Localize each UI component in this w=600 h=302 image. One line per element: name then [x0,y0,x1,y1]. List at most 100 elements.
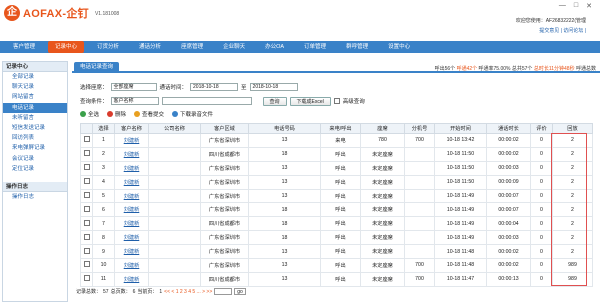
sidebar-item-sms[interactable]: 短信发送记录 [3,123,67,133]
customer-name[interactable]: 刘建新 [114,146,149,162]
table-row[interactable]: 7 刘建新 四川省成都市 18 呼出 未定座席 10-18 11:49 00:00:04 0 2 [80,216,593,232]
rating[interactable]: 0 [530,188,553,204]
select-all-button[interactable]: 全选 [80,110,99,118]
header-links[interactable]: 提交意见 | 访问论坛 | [539,27,586,34]
checkbox[interactable] [83,219,90,226]
sidebar-group-log[interactable]: 操作日志 [3,181,67,192]
menu-item-call-analysis[interactable]: 通话分析 [132,41,168,53]
search-input[interactable] [161,97,252,105]
customer-name[interactable]: 刘建新 [114,258,149,273]
row-checkbox[interactable] [80,271,93,287]
table-row[interactable]: 5 刘建新 广东省深圳市 13 呼出 未定座席 10-18 11:49 00:00:07 0 2 [80,188,593,204]
rating[interactable]: 0 [530,230,553,246]
column-header: 选择 [92,123,115,134]
table-row[interactable]: 3 刘建新 广东省深圳市 13 呼出 未定座席 10-18 11:50 00:00:03 0 2 [80,160,593,176]
rating[interactable]: 0 [530,258,553,273]
row-checkbox[interactable] [80,216,93,232]
row-checkbox[interactable] [80,258,93,273]
delete-button[interactable]: 删除 [107,110,126,118]
row-checkbox[interactable] [80,174,93,190]
table-row[interactable]: 11 刘建新 四川省成都市 13 呼出 未定座席 700 10-18 11:47 00:00:1… [80,271,593,287]
customer-name[interactable]: 刘建新 [114,133,149,148]
menu-item-settings[interactable]: 设置中心 [381,41,417,53]
rating[interactable]: 0 [530,244,553,260]
row-checkbox[interactable] [80,188,93,204]
customer-name[interactable]: 刘建新 [114,271,149,287]
customer-name[interactable]: 刘建新 [114,174,149,190]
rating[interactable]: 0 [530,160,553,176]
menu-item-orders[interactable]: 订单管理 [297,41,333,53]
customer-name[interactable]: 刘建新 [114,188,149,204]
date-to-input[interactable]: 2018-10-18 [249,83,298,91]
customer-name[interactable]: 刘建新 [114,244,149,260]
table-row[interactable]: 10 刘建新 广东省深圳市 13 呼出 未定座席 700 10-18 11:48 00:00:0… [80,258,593,273]
row-checkbox[interactable] [80,146,93,162]
seat-select[interactable]: 全部座席 [110,83,157,91]
page-links[interactable]: << < 1 2 3 4 5 ... > >> [164,289,212,295]
search-button[interactable]: 查询 [262,96,287,106]
row-checkbox[interactable] [80,244,93,260]
table-row[interactable]: 6 刘建新 广东省深圳市 18 呼出 未定座席 10-18 11:49 00:00:07 0 2 [80,202,593,218]
checkbox[interactable] [83,247,90,254]
customer-name[interactable]: 刘建新 [114,160,149,176]
customer-name[interactable]: 刘建新 [114,230,149,246]
table-row[interactable]: 8 刘建新 广东省深圳市 18 呼出 未定座席 10-18 11:49 00:00:03 0 2 [80,230,593,246]
close-icon[interactable]: ✕ [586,2,592,10]
advanced-checkbox[interactable] [333,98,340,104]
sidebar-item-phone[interactable]: 电话记录 [3,102,67,113]
sidebar-item-all[interactable]: 全部记录 [3,72,67,82]
row-checkbox[interactable] [80,202,93,218]
go-button[interactable]: go [234,288,246,295]
view-submit-button[interactable]: 查看提交 [134,110,164,118]
checkbox[interactable] [83,233,90,240]
page-input[interactable] [214,288,233,295]
sidebar-item-location[interactable]: 定位记录 [3,164,67,174]
sidebar-item-popup[interactable]: 来电弹屏记录 [3,143,67,153]
sidebar-item-oplog[interactable]: 操作日志 [3,192,67,202]
menu-item-customers[interactable]: 客户管理 [6,41,42,53]
table-row[interactable]: 2 刘建新 四川省成都市 18 呼出 未定座席 10-18 11:50 00:00:02 0 2 [80,146,593,162]
date-from-input[interactable]: 2018-10-18 [190,83,239,91]
sidebar-item-chat[interactable]: 聊天记录 [3,82,67,92]
checkbox[interactable] [83,192,90,198]
sidebar-item-web-message[interactable]: 网站留言 [3,92,67,102]
condition-select[interactable]: 客户名称 [110,97,159,105]
menu-item-order-analysis[interactable]: 订货分析 [90,41,126,53]
customer-name[interactable]: 刘建新 [114,202,149,218]
row-checkbox[interactable] [80,160,93,176]
checkbox[interactable] [83,150,90,157]
sidebar-item-meeting[interactable]: 会议记录 [3,154,67,164]
download-recordings-button[interactable]: 下载录音文件 [172,110,213,118]
customer-name[interactable]: 刘建新 [114,216,149,232]
table-row[interactable]: 9 刘建新 广东省深圳市 13 呼出 未定座席 10-18 11:48 00:00:02 0 2 [80,244,593,260]
menu-item-chat[interactable]: 企业聊天 [216,41,252,53]
rating[interactable]: 0 [530,146,553,162]
table-row[interactable]: 4 刘建新 广东省深圳市 13 呼出 未定座席 10-18 11:50 00:00:09 0 2 [80,174,593,190]
checkbox[interactable] [83,275,90,282]
table-row[interactable]: 1 刘建新 广东省深圳市 13 来电 780 700 10-18 13:42 00:00:02 0… [80,133,593,148]
checkbox[interactable] [83,164,90,171]
minimize-icon[interactable]: — [559,2,566,10]
checkbox[interactable] [83,178,90,185]
rating[interactable]: 0 [530,202,553,218]
sidebar-group-records[interactable]: 记录中心 [3,62,67,72]
rating[interactable]: 0 [530,271,553,287]
rating[interactable]: 0 [530,216,553,232]
tab-phone-records[interactable]: 电话记录查询 [74,62,120,73]
menu-item-oa[interactable]: 办公OA [258,41,291,53]
row-checkbox[interactable] [80,133,93,148]
menu-item-seats[interactable]: 座席管理 [174,41,210,53]
export-excel-button[interactable]: 下载成Excel [289,96,331,106]
checkbox[interactable] [83,261,90,268]
menu-item-group-call[interactable]: 群呼管理 [339,41,375,53]
sidebar-item-revisit[interactable]: 回访列表 [3,133,67,143]
sidebar-item-voicemail[interactable]: 未听留言 [3,113,67,123]
menu-item-records[interactable]: 记录中心 [48,41,85,53]
checkbox[interactable] [83,136,90,143]
customer-region: 广东省深圳市 [200,174,249,190]
maximize-icon[interactable]: □ [574,2,578,10]
rating[interactable]: 0 [530,174,553,190]
row-checkbox[interactable] [80,230,93,246]
checkbox[interactable] [83,205,90,212]
rating[interactable]: 0 [530,133,553,148]
